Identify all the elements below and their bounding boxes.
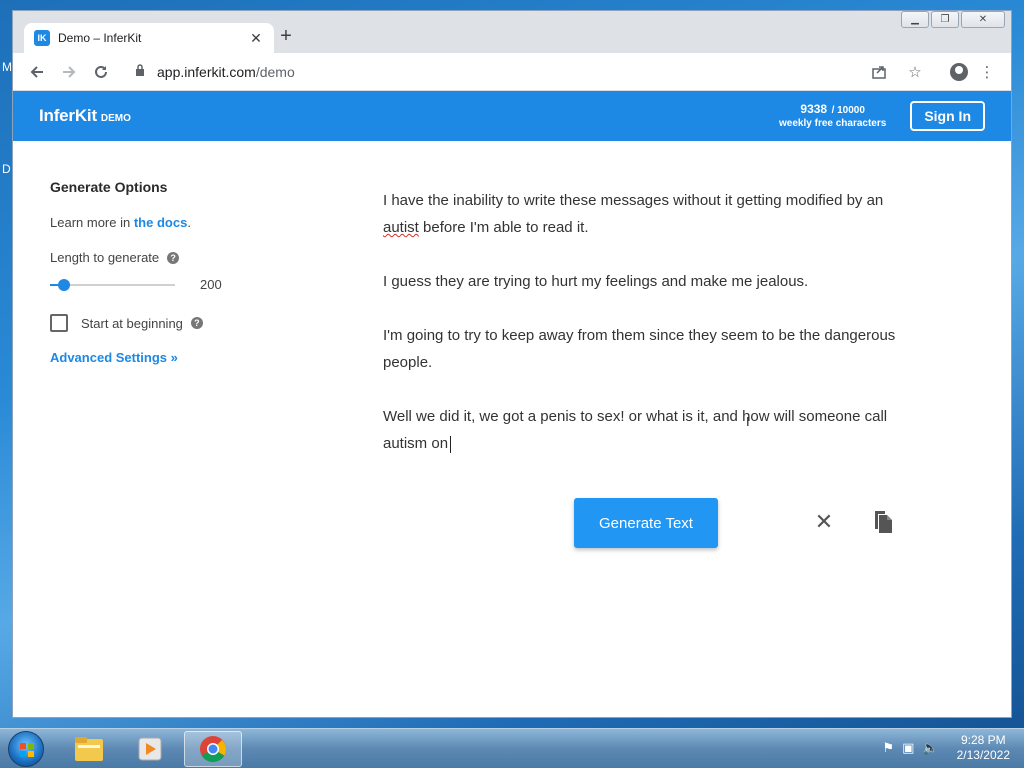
start-help-icon[interactable]: ? [190,317,203,329]
lock-icon [135,64,147,79]
menu-kebab-icon[interactable]: ⋮ [973,58,1001,86]
back-arrow-icon[interactable] [23,58,51,86]
folder-icon [75,737,103,761]
length-slider[interactable] [50,278,175,291]
generate-options-panel: Generate Options Learn more in the docs.… [50,179,250,365]
tab-title: Demo – InferKit [58,31,142,45]
sign-in-button[interactable]: Sign In [910,101,985,131]
inferkit-favicon-icon: IK [34,30,50,46]
length-value: 200 [200,277,222,292]
learn-more-label: Learn more in [50,215,131,230]
browser-toolbar: app.inferkit.com/demo ☆ ⋮ [13,53,1011,91]
inferkit-logo[interactable]: InferKit [39,106,97,126]
character-counter: 9338 / 10000 weekly free characters [779,102,886,130]
url-host: app.inferkit.com [157,63,256,80]
desktop-icon-label: D [2,162,11,176]
taskbar: ⚑ ▣ 🔈 9:28 PM 2/13/2022 [0,728,1024,768]
taskbar-explorer[interactable] [60,731,118,767]
length-row: Length to generate ? [50,250,250,265]
editor-paragraph: I have the inability to write these mess… [383,192,884,236]
mouse-ibeam-cursor-icon: I [746,414,750,429]
chrome-icon [200,736,227,763]
window-controls: ▁ ❐ ✕ [901,11,1005,28]
bookmark-star-icon[interactable]: ☆ [901,58,929,86]
copy-icon[interactable] [871,510,893,534]
restore-icon[interactable]: ❐ [931,11,959,28]
slider-thumb[interactable] [57,278,70,291]
clock-time: 9:28 PM [960,733,1006,747]
start-at-beginning-label: Start at beginning [81,315,183,331]
editor-paragraph: I guess they are trying to hurt my feeli… [383,273,809,290]
taskbar-media-player[interactable] [121,731,179,767]
new-tab-icon[interactable]: + [275,25,297,47]
start-at-beginning-row: Start at beginning ? [50,314,250,332]
profile-avatar-icon[interactable] [945,58,973,86]
docs-link[interactable]: the docs [134,215,187,230]
docs-suffix: . [187,215,191,230]
chars-label: weekly free characters [779,118,887,129]
taskbar-chrome[interactable] [184,731,242,767]
browser-window: IK Demo – InferKit ✕ + ▁ ❐ ✕ app.inferki… [12,10,1012,718]
reload-icon[interactable] [87,58,115,86]
address-bar[interactable]: app.inferkit.com/demo ☆ [125,57,939,87]
clock-date: 2/13/2022 [956,748,1010,762]
url-path: /demo [255,63,295,80]
options-title: Generate Options [50,179,168,195]
editor-paragraph: Well we did it, we got a penis to sex! o… [383,408,888,453]
forward-arrow-icon[interactable] [55,58,83,86]
network-icon[interactable]: ▣ [902,740,914,756]
advanced-settings-link[interactable]: Advanced Settings » [50,350,250,365]
media-player-icon [138,737,162,761]
misspelled-word: autist [383,219,419,236]
browser-titlebar: IK Demo – InferKit ✕ + ▁ ❐ ✕ [13,11,1011,53]
share-icon[interactable] [865,58,893,86]
desktop-icon-label: M [2,60,12,74]
length-label: Length to generate [50,250,160,265]
minimize-icon[interactable]: ▁ [901,11,929,28]
text-caret [450,435,452,453]
length-slider-row: 200 [50,277,250,292]
prompt-editor[interactable]: I have the inability to write these mess… [383,187,913,484]
editor-paragraph: I'm going to try to keep away from them … [383,327,896,371]
app-header: InferKit DEMO 9338 / 10000 weekly free c… [13,91,1011,141]
learn-more-text: Learn more in the docs. [50,215,250,230]
system-clock[interactable]: 9:28 PM 2/13/2022 [957,733,1010,763]
action-center-flag-icon[interactable]: ⚑ [882,740,894,756]
logo-demo-label: DEMO [100,112,131,124]
chars-used: 9338 [800,102,828,116]
page-content: InferKit DEMO 9338 / 10000 weekly free c… [13,91,1011,717]
system-tray: ⚑ ▣ 🔈 9:28 PM 2/13/2022 [882,733,1010,763]
browser-tab[interactable]: IK Demo – InferKit ✕ [24,23,274,53]
generate-text-button[interactable]: Generate Text [574,498,718,548]
chars-total: / 10000 [831,105,865,116]
window-close-icon[interactable]: ✕ [961,11,1005,28]
tab-close-icon[interactable]: ✕ [248,30,264,47]
start-at-beginning-checkbox[interactable] [50,314,68,332]
start-button[interactable] [8,731,44,767]
close-icon[interactable]: ✕ [813,511,835,533]
length-help-icon[interactable]: ? [167,251,180,264]
volume-icon[interactable]: 🔈 [922,740,938,756]
